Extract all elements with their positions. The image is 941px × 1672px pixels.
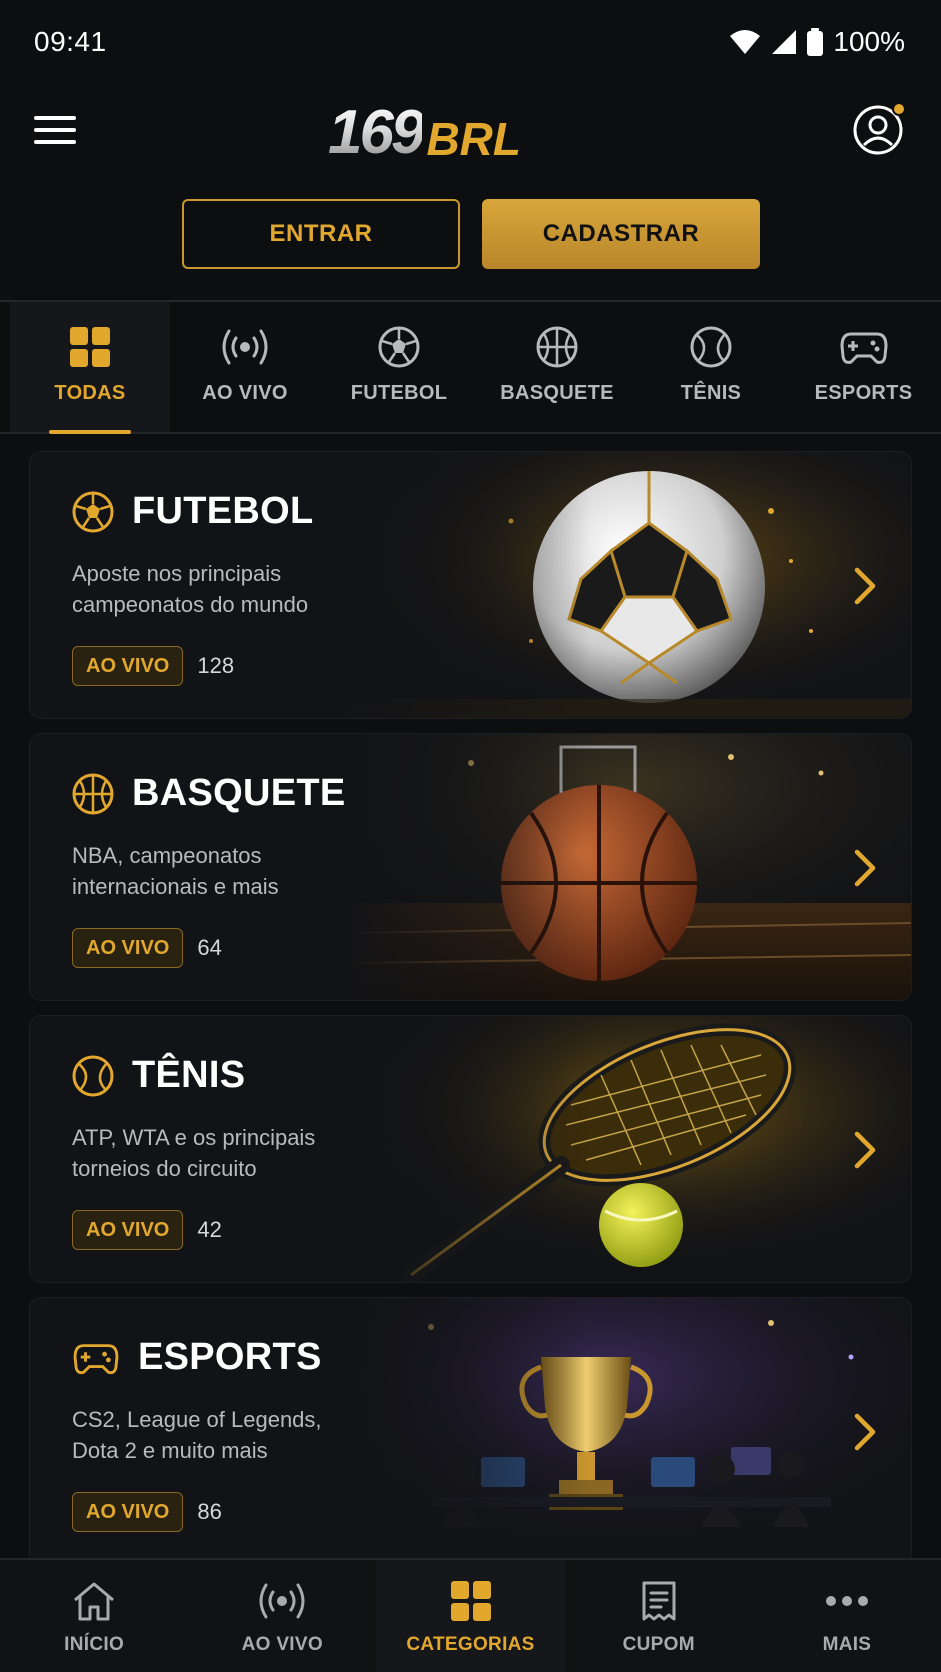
chevron-right-icon bbox=[854, 567, 876, 605]
card-basquete[interactable]: BASQUETE NBA, campeonatos internacionais… bbox=[29, 733, 912, 1001]
nav-inicio[interactable]: INÍCIO bbox=[0, 1560, 188, 1672]
battery-icon bbox=[807, 28, 824, 56]
live-count: 64 bbox=[197, 935, 222, 960]
nav-label: CATEGORIAS bbox=[406, 1634, 535, 1655]
broadcast-icon bbox=[259, 1583, 305, 1619]
basketball-icon bbox=[72, 773, 114, 814]
chevron-right-icon bbox=[854, 849, 876, 887]
card-futebol[interactable]: FUTEBOL Aposte nos principais campeonato… bbox=[29, 451, 912, 719]
hamburger-icon-bar bbox=[34, 140, 76, 144]
live-count: 128 bbox=[197, 653, 235, 678]
more-icon bbox=[825, 1596, 868, 1606]
card-tenis[interactable]: TÊNIS ATP, WTA e os principais torneios … bbox=[29, 1015, 912, 1283]
grid-icon bbox=[70, 327, 110, 367]
tab-label: TODAS bbox=[54, 382, 126, 404]
card-title-row: TÊNIS bbox=[72, 1054, 245, 1097]
live-count: 86 bbox=[197, 1499, 222, 1524]
hamburger-icon-bar bbox=[34, 128, 76, 132]
status-time: 09:41 bbox=[34, 26, 107, 57]
live-badge: AO VIVO bbox=[72, 1492, 184, 1532]
status-icons: 100% bbox=[729, 26, 905, 58]
card-description: NBA, campeonatos internacionais e mais bbox=[72, 843, 279, 899]
card-title-row: FUTEBOL bbox=[72, 490, 314, 533]
nav-categorias[interactable]: CATEGORIAS bbox=[376, 1560, 565, 1672]
menu-button[interactable] bbox=[34, 112, 78, 148]
logo-suffix: BRL bbox=[426, 113, 521, 165]
status-bar: 09:41 100% bbox=[0, 0, 941, 84]
live-info: AO VIVO 86 bbox=[72, 1492, 222, 1532]
live-count: 42 bbox=[197, 1217, 222, 1242]
nav-ao-vivo[interactable]: AO VIVO bbox=[188, 1560, 376, 1672]
card-esports[interactable]: ESPORTS CS2, League of Legends, Dota 2 e… bbox=[29, 1297, 912, 1565]
login-button[interactable]: ENTRAR bbox=[182, 199, 460, 269]
chevron-right-icon bbox=[854, 1413, 876, 1451]
nav-label: CUPOM bbox=[622, 1634, 695, 1655]
bottom-navigation: INÍCIO AO VIVO CATEGORIAS CUPOM MAIS bbox=[0, 1558, 941, 1672]
live-info: AO VIVO 128 bbox=[72, 646, 234, 686]
home-icon bbox=[74, 1582, 115, 1621]
live-badge: AO VIVO bbox=[72, 646, 184, 686]
notification-dot bbox=[892, 102, 906, 116]
tab-label: FUTEBOL bbox=[350, 382, 448, 404]
app-header: 169 BRL bbox=[0, 84, 941, 184]
soccer-ball-icon bbox=[72, 491, 114, 532]
live-badge: AO VIVO bbox=[72, 928, 184, 968]
tennis-ball-icon bbox=[690, 326, 732, 368]
profile-button[interactable] bbox=[852, 102, 906, 156]
gamepad-icon bbox=[839, 332, 888, 364]
chevron-right-icon bbox=[854, 1131, 876, 1169]
brand-logo[interactable]: 169 BRL bbox=[328, 94, 521, 167]
wifi-icon bbox=[730, 30, 761, 54]
tab-futebol[interactable]: FUTEBOL bbox=[320, 302, 478, 432]
nav-label: AO VIVO bbox=[241, 1634, 323, 1655]
card-description: ATP, WTA e os principais torneios do cir… bbox=[72, 1125, 316, 1181]
card-title: TÊNIS bbox=[132, 1054, 246, 1096]
card-title: FUTEBOL bbox=[132, 490, 314, 532]
card-title-row: ESPORTS bbox=[72, 1336, 322, 1379]
battery-percent: 100% bbox=[833, 26, 905, 57]
live-badge: AO VIVO bbox=[72, 1210, 184, 1250]
soccer-ball-icon bbox=[378, 326, 420, 368]
live-info: AO VIVO 42 bbox=[72, 1210, 222, 1250]
tab-todas[interactable]: TODAS bbox=[10, 302, 170, 434]
hamburger-icon bbox=[34, 116, 76, 120]
tab-basquete[interactable]: BASQUETE bbox=[478, 302, 636, 432]
active-tab-indicator bbox=[49, 430, 131, 434]
card-title: ESPORTS bbox=[138, 1336, 322, 1378]
logo-number: 169 bbox=[328, 98, 425, 167]
tennis-ball-icon bbox=[72, 1055, 114, 1096]
signal-icon bbox=[772, 30, 797, 54]
card-description: CS2, League of Legends, Dota 2 e muito m… bbox=[72, 1407, 322, 1463]
auth-buttons: ENTRAR CADASTRAR bbox=[182, 199, 760, 269]
nav-label: MAIS bbox=[822, 1634, 872, 1655]
card-title: BASQUETE bbox=[132, 772, 346, 814]
gamepad-icon bbox=[73, 1343, 119, 1374]
grid-icon bbox=[450, 1581, 491, 1621]
card-description: Aposte nos principais campeonatos do mun… bbox=[72, 561, 309, 617]
card-title-row: BASQUETE bbox=[72, 772, 346, 815]
category-tabs: TODAS AO VIVO FUTEBOL BASQUETE TÊNIS ESP… bbox=[0, 302, 941, 434]
receipt-icon bbox=[642, 1581, 676, 1621]
nav-label: INÍCIO bbox=[64, 1634, 125, 1655]
register-button[interactable]: CADASTRAR bbox=[482, 199, 760, 269]
nav-cupom[interactable]: CUPOM bbox=[565, 1560, 753, 1672]
basketball-icon bbox=[536, 326, 578, 368]
tab-esports[interactable]: ESPORTS bbox=[786, 302, 941, 432]
tab-label: BASQUETE bbox=[500, 382, 614, 404]
live-info: AO VIVO 64 bbox=[72, 928, 222, 968]
nav-mais[interactable]: MAIS bbox=[753, 1560, 941, 1672]
tab-label: TÊNIS bbox=[680, 382, 742, 404]
tab-tenis[interactable]: TÊNIS bbox=[636, 302, 786, 432]
sport-category-list: FUTEBOL Aposte nos principais campeonato… bbox=[29, 451, 912, 1579]
broadcast-icon bbox=[222, 329, 268, 365]
tab-label: AO VIVO bbox=[202, 382, 288, 404]
tab-label: ESPORTS bbox=[814, 382, 913, 404]
tab-ao-vivo[interactable]: AO VIVO bbox=[170, 302, 320, 432]
